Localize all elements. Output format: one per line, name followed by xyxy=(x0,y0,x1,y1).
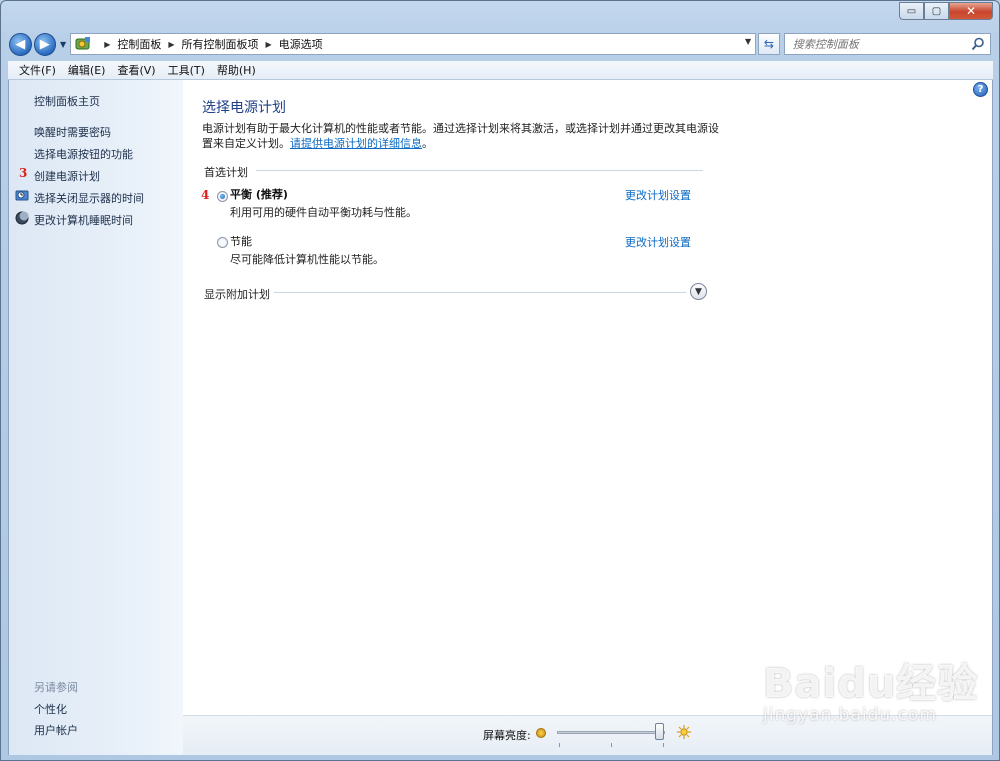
menu-edit[interactable]: 编辑(E) xyxy=(62,62,112,78)
forward-button[interactable]: ▶ xyxy=(33,32,57,56)
watermark-brand: Baidu经验 xyxy=(763,661,979,707)
section-divider xyxy=(256,170,703,171)
address-dropdown-icon[interactable]: ▼ xyxy=(745,37,751,46)
see-also-user-accounts[interactable]: 用户帐户 xyxy=(34,722,78,738)
chevron-down-icon: ▼ xyxy=(695,286,702,297)
search-icon[interactable] xyxy=(971,37,985,51)
task-pane: 控制面板主页 唤醒时需要密码 选择电源按钮的功能 3 创建电源计划 选择关闭显示… xyxy=(9,80,183,755)
dim-sun-icon xyxy=(536,728,546,738)
plan-balanced-change-settings-link[interactable]: 更改计划设置 xyxy=(625,187,691,203)
step-annotation-4: 4 xyxy=(201,188,210,202)
breadcrumb-all-items[interactable]: 所有控制面板项 xyxy=(182,36,259,52)
recent-pages-dropdown-icon[interactable]: ▼ xyxy=(60,40,66,49)
menu-bar: 文件(F) 编辑(E) 查看(V) 工具(T) 帮助(H) xyxy=(8,61,993,80)
refresh-icon: ⇆ xyxy=(763,37,774,51)
step-annotation-3: 3 xyxy=(19,166,28,180)
bright-sun-icon xyxy=(677,725,691,739)
expander-divider xyxy=(274,292,686,293)
sidebar-link-power-buttons[interactable]: 选择电源按钮的功能 xyxy=(34,146,133,162)
plan-details-link[interactable]: 请提供电源计划的详细信息 xyxy=(290,137,422,150)
plan-balanced-description: 利用可用的硬件自动平衡功耗与性能。 xyxy=(230,206,417,219)
breadcrumb-arrow-icon: ▶ xyxy=(104,39,111,49)
sidebar-link-sleep-time[interactable]: 更改计算机睡眠时间 xyxy=(34,212,133,228)
navigation-bar: ◀ ▶ ▼ ▶ 控制面板 ▶ 所有控制面板项 ▶ 电源选项 ▼ ⇆ xyxy=(9,31,992,57)
maximize-button[interactable]: ▢ xyxy=(924,2,949,20)
breadcrumb-arrow-icon[interactable]: ▶ xyxy=(168,40,174,49)
back-button[interactable]: ◀ xyxy=(9,32,32,56)
plan-balanced-radio[interactable] xyxy=(217,191,228,202)
search-box[interactable] xyxy=(783,33,992,55)
slider-tick xyxy=(559,743,560,747)
main-pane: ? 选择电源计划 电源计划有助于最大化计算机的性能或者节能。通过选择计划来将其激… xyxy=(183,80,992,715)
caption-buttons: ▭ ▢ ✕ xyxy=(899,2,993,20)
address-bar[interactable]: ▶ 控制面板 ▶ 所有控制面板项 ▶ 电源选项 ▼ xyxy=(70,33,757,55)
plan-balanced-name[interactable]: 平衡 (推荐) xyxy=(230,186,288,202)
help-icon[interactable]: ? xyxy=(973,82,988,97)
brightness-label: 屏幕亮度: xyxy=(483,729,531,742)
show-additional-plans-label[interactable]: 显示附加计划 xyxy=(204,286,270,302)
sidebar-link-display-off[interactable]: 选择关闭显示器的时间 xyxy=(34,190,144,206)
menu-tools[interactable]: 工具(T) xyxy=(162,62,211,78)
menu-file[interactable]: 文件(F) xyxy=(13,62,62,78)
monitor-clock-icon xyxy=(15,190,29,201)
see-also-heading: 另请参阅 xyxy=(34,681,78,694)
close-button[interactable]: ✕ xyxy=(949,2,993,20)
preferred-plans-heading: 首选计划 xyxy=(204,166,248,179)
menu-help[interactable]: 帮助(H) xyxy=(211,62,262,78)
search-input[interactable] xyxy=(792,37,968,51)
page-description: 电源计划有助于最大化计算机的性能或者节能。通过选择计划来将其激活，或选择计划并通… xyxy=(202,121,722,151)
baidu-watermark: Baidu经验 jingyan.baidu.com xyxy=(763,651,978,725)
menu-view[interactable]: 查看(V) xyxy=(111,62,161,78)
slider-tick xyxy=(663,743,664,747)
description-suffix: 。 xyxy=(422,137,433,150)
refresh-button[interactable]: ⇆ xyxy=(758,33,780,55)
plan-power-saver-change-settings-link[interactable]: 更改计划设置 xyxy=(625,234,691,250)
sidebar-link-wake-password[interactable]: 唤醒时需要密码 xyxy=(34,124,111,140)
plan-power-saver-name[interactable]: 节能 xyxy=(230,233,252,249)
sleep-moon-icon xyxy=(15,211,29,225)
control-panel-icon xyxy=(75,37,91,50)
breadcrumb-control-panel[interactable]: 控制面板 xyxy=(117,36,161,52)
minimize-button[interactable]: ▭ xyxy=(899,2,924,20)
breadcrumb-arrow-icon[interactable]: ▶ xyxy=(266,40,272,49)
page-title: 选择电源计划 xyxy=(202,100,286,116)
sidebar-link-create-plan[interactable]: 创建电源计划 xyxy=(34,168,100,184)
sidebar-home-link[interactable]: 控制面板主页 xyxy=(34,93,100,109)
see-also-personalization[interactable]: 个性化 xyxy=(34,701,67,717)
breadcrumb-power-options[interactable]: 电源选项 xyxy=(279,36,323,52)
description-text: 电源计划有助于最大化计算机的性能或者节能。通过选择计划来将其激活，或选择计划并通… xyxy=(202,122,719,150)
window-frame: ▭ ▢ ✕ ◀ ▶ ▼ ▶ 控制面板 ▶ 所有控制面板项 ▶ 电源选项 ▼ ⇆ xyxy=(0,0,1000,761)
plan-power-saver-description: 尽可能降低计算机性能以节能。 xyxy=(230,253,384,266)
expand-additional-plans-button[interactable]: ▼ xyxy=(690,283,707,300)
slider-tick xyxy=(611,743,612,747)
plan-power-saver-radio[interactable] xyxy=(217,237,228,248)
brightness-slider-thumb[interactable] xyxy=(654,723,664,740)
brightness-slider-track[interactable] xyxy=(557,731,665,734)
